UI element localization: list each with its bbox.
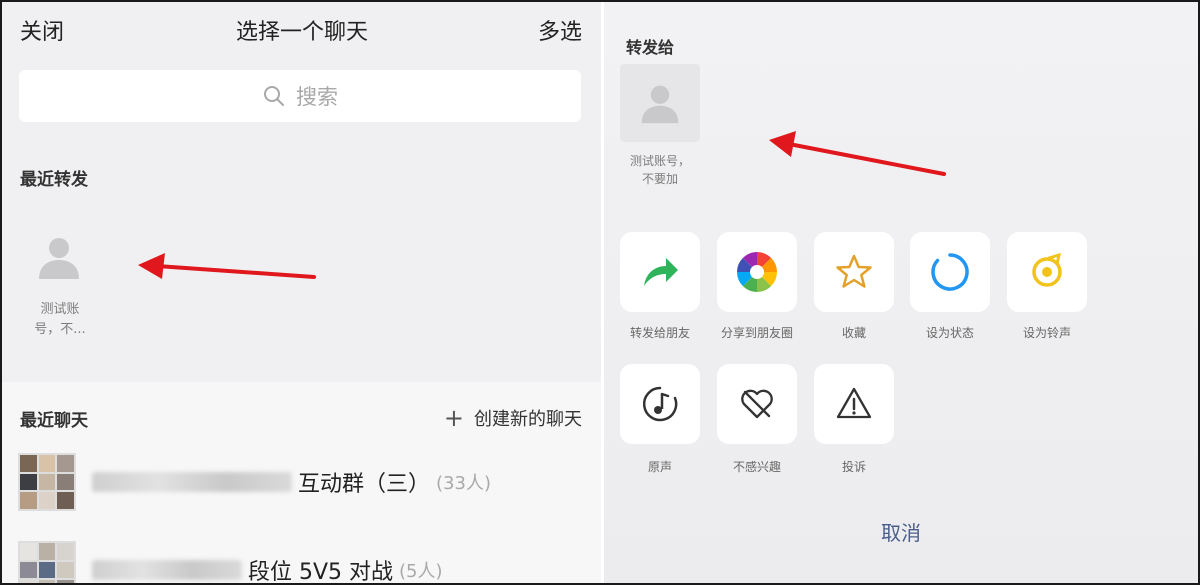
forward-panel: 转发给 测试账号， 不要加 转发给朋友 分享到朋友圈 收藏 设为状态 设为铃声 …	[604, 2, 1198, 583]
annotation-arrow	[769, 131, 946, 176]
annotation-arrow	[138, 253, 316, 279]
select-chat-panel: 关闭 选择一个聊天 多选 搜索 最近转发 测试账 号，不... 最近聊天 + 创…	[2, 2, 602, 583]
